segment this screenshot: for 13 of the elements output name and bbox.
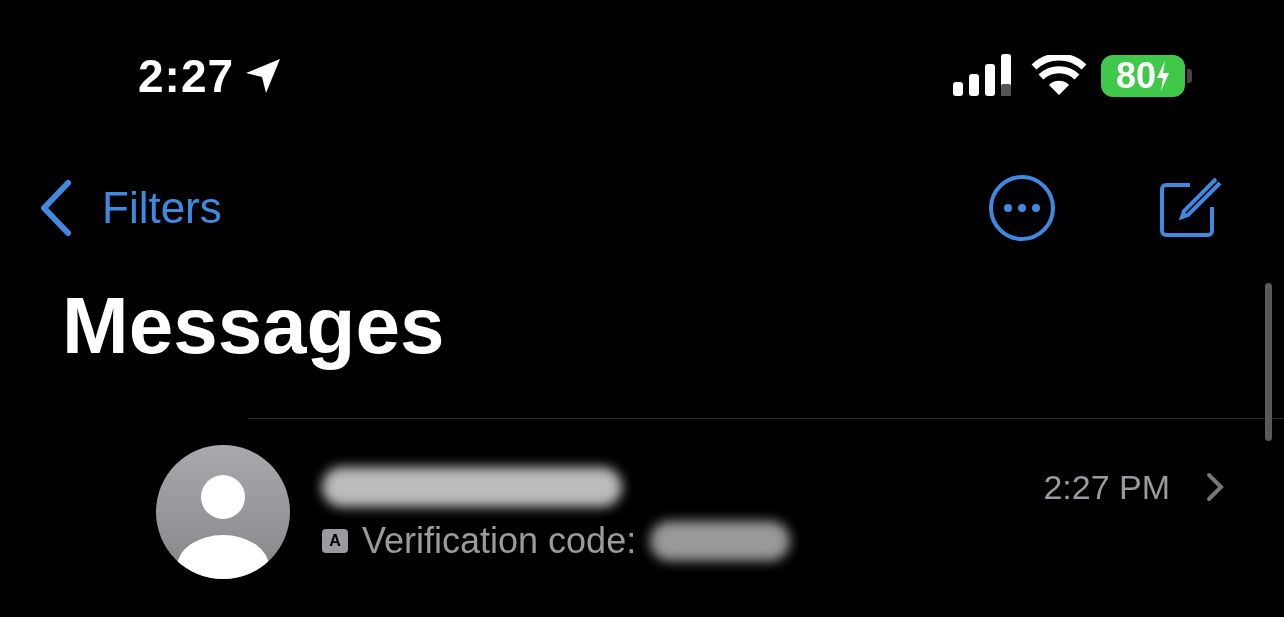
chevron-right-icon xyxy=(1206,472,1224,502)
page-title: Messages xyxy=(62,280,445,372)
clock-time: 2:27 xyxy=(138,49,235,103)
badge: A xyxy=(322,529,348,553)
chevron-left-icon xyxy=(38,179,72,237)
back-button[interactable]: Filters xyxy=(38,179,222,237)
battery-terminal xyxy=(1187,69,1192,83)
wifi-icon xyxy=(1031,55,1087,97)
message-preview: Verification code: xyxy=(362,520,637,562)
more-options-icon[interactable] xyxy=(988,174,1056,242)
message-time: 2:27 PM xyxy=(1043,467,1170,507)
avatar-icon xyxy=(156,445,290,579)
battery-percentage: 80 xyxy=(1115,55,1156,97)
